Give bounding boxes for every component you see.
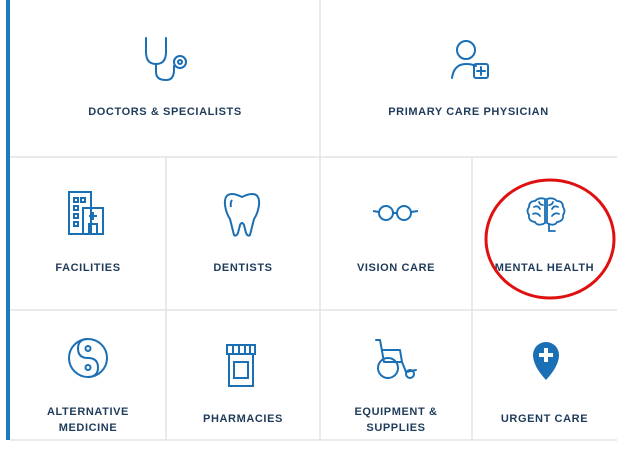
tile-label: EQUIPMENT & SUPPLIES [354, 406, 438, 434]
tile-facilities[interactable]: FACILITIES [10, 157, 166, 310]
tile-label: ALTERNATIVE MEDICINE [47, 406, 129, 434]
tile-alternative-medicine[interactable]: ALTERNATIVE MEDICINE [10, 310, 166, 440]
yin-yang-icon [68, 338, 108, 378]
tile-dentists[interactable]: DENTISTS [166, 157, 320, 310]
tile-label: PRIMARY CARE PHYSICIAN [388, 106, 549, 118]
stethoscope-icon [145, 37, 187, 82]
tile-label: FACILITIES [55, 262, 121, 274]
tile-mental-health[interactable]: MENTAL HEALTH [472, 157, 617, 310]
location-plus-icon [533, 342, 559, 380]
tile-primary-care-physician[interactable]: PRIMARY CARE PHYSICIAN [320, 0, 617, 157]
tile-equipment-supplies[interactable]: EQUIPMENT & SUPPLIES [320, 310, 472, 440]
tile-label: VISION CARE [356, 262, 436, 274]
brain-icon [526, 197, 566, 232]
tile-label: URGENT CARE [500, 413, 589, 425]
tile-label: MENTAL HEALTH [494, 262, 595, 274]
tile-label: PHARMACIES [203, 413, 283, 425]
care-category-grid: DOCTORS & SPECIALISTS PRIMARY CARE PHYSI… [0, 0, 617, 466]
wheelchair-icon [375, 339, 417, 379]
tile-label: DENTISTS [213, 262, 273, 274]
tile-label: DOCTORS & SPECIALISTS [88, 106, 242, 118]
pill-bottle-icon [226, 344, 256, 387]
tile-vision-care[interactable]: VISION CARE [320, 157, 472, 310]
tile-urgent-care[interactable]: URGENT CARE [472, 310, 617, 440]
tooth-icon [223, 193, 261, 237]
glasses-icon [372, 205, 419, 221]
tile-pharmacies[interactable]: PHARMACIES [166, 310, 320, 440]
building-icon [68, 191, 104, 235]
user-plus-icon [451, 40, 489, 79]
tile-doctors-specialists[interactable]: DOCTORS & SPECIALISTS [10, 0, 320, 157]
